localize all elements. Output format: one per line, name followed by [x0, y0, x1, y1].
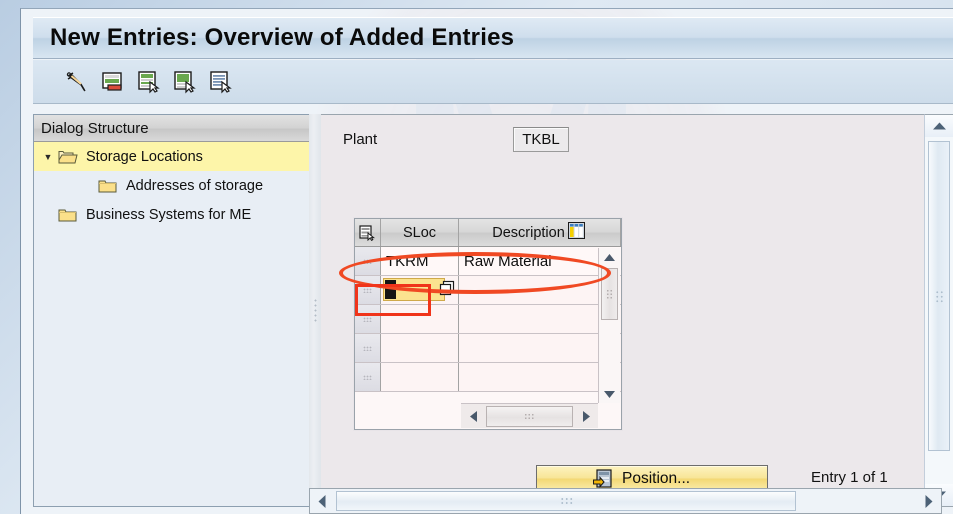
select-all-icon[interactable]	[171, 68, 199, 96]
row-selector-button[interactable]	[355, 276, 381, 304]
cell-sloc-active[interactable]	[381, 276, 459, 304]
row-selector-dots	[363, 346, 372, 351]
table-row[interactable]: TKRM Raw Material	[355, 247, 621, 276]
page-title: New Entries: Overview of Added Entries	[33, 24, 514, 52]
grid-scroll-up-button[interactable]	[599, 248, 620, 266]
position-button-label: Position...	[622, 470, 690, 488]
chevron-down-icon[interactable]: ▼	[38, 152, 58, 162]
row-selector-button[interactable]	[355, 363, 381, 391]
grid-scroll-right-button[interactable]	[576, 406, 596, 427]
cell-sloc[interactable]	[381, 363, 459, 391]
entries-grid: SLoc Description	[354, 218, 622, 430]
grid-scroll-down-button[interactable]	[599, 385, 620, 403]
row-selector-dots	[363, 259, 372, 264]
position-icon	[593, 469, 613, 489]
row-selector-dots	[363, 375, 372, 380]
grid-column-header-sloc[interactable]: SLoc	[381, 219, 459, 246]
plant-row: Plant TKBL	[343, 127, 569, 152]
page-horizontal-scrollbar-thumb[interactable]	[336, 491, 796, 511]
grid-horizontal-scrollbar-thumb[interactable]	[486, 406, 573, 427]
dialog-structure-panel: Dialog Structure ▼ Storage Locations	[33, 114, 309, 507]
table-row[interactable]	[355, 305, 621, 334]
plant-label: Plant	[343, 131, 513, 148]
table-row[interactable]	[355, 363, 621, 392]
page-scroll-left-button[interactable]	[310, 489, 334, 513]
sidebar-item-addresses-of-storage[interactable]: Addresses of storage	[34, 171, 309, 200]
content-panel: Plant TKBL	[321, 114, 933, 507]
row-selector-dots	[363, 288, 372, 293]
row-selector-button[interactable]	[355, 334, 381, 362]
table-row[interactable]	[355, 276, 621, 305]
delete-row-icon[interactable]	[99, 68, 127, 96]
sidebar-item-label: Storage Locations	[82, 149, 203, 165]
plant-value[interactable]: TKBL	[513, 127, 569, 152]
folder-icon	[58, 207, 82, 223]
row-selector-dots	[363, 317, 372, 322]
page-vertical-scrollbar[interactable]	[924, 114, 953, 507]
sap-window: M New Entries: Overview of Added Entries	[20, 8, 953, 514]
row-selector-button[interactable]	[355, 247, 381, 275]
cell-sloc[interactable]	[381, 334, 459, 362]
splitter-grip	[314, 298, 317, 324]
grid-scroll-left-button[interactable]	[463, 406, 483, 427]
cell-description[interactable]	[459, 276, 621, 304]
grid-horizontal-scrollbar[interactable]	[461, 403, 598, 428]
grid-column-header-description-label: Description	[492, 225, 565, 241]
page-horizontal-scrollbar[interactable]	[309, 488, 942, 514]
scrollbar-grip	[560, 497, 573, 505]
sidebar-item-label: Addresses of storage	[122, 178, 263, 194]
page-scroll-right-button[interactable]	[917, 489, 941, 513]
sloc-input[interactable]	[383, 278, 445, 301]
folder-icon	[98, 178, 122, 194]
sidebar-item-label: Business Systems for ME	[82, 207, 251, 223]
copy-entry-icon[interactable]	[135, 68, 163, 96]
panel-splitter[interactable]	[309, 114, 321, 507]
cell-description[interactable]	[459, 334, 621, 362]
cell-sloc[interactable]	[381, 305, 459, 333]
cell-description[interactable]: Raw Material	[459, 247, 621, 275]
column-config-icon[interactable]	[568, 222, 585, 243]
table-row[interactable]	[355, 334, 621, 363]
cell-description[interactable]	[459, 305, 621, 333]
toolbar	[33, 60, 953, 104]
scrollbar-grip	[606, 289, 613, 300]
grid-vertical-scrollbar-thumb[interactable]	[601, 268, 618, 320]
page-vertical-scrollbar-thumb[interactable]	[928, 141, 950, 451]
row-selector-button[interactable]	[355, 305, 381, 333]
page-vertical-scrollbar-track[interactable]	[925, 137, 953, 484]
title-bar: New Entries: Overview of Added Entries	[33, 17, 953, 59]
sidebar-item-storage-locations[interactable]: ▼ Storage Locations	[34, 142, 309, 171]
dialog-structure-header: Dialog Structure	[34, 115, 309, 142]
scrollbar-grip	[935, 290, 944, 303]
scrollbar-grip	[524, 413, 535, 420]
body-area: Dialog Structure ▼ Storage Locations	[33, 105, 953, 514]
grid-column-header-description[interactable]: Description	[459, 219, 621, 246]
pencil-icon[interactable]	[63, 68, 91, 96]
table-select-icon[interactable]	[355, 219, 381, 246]
details-icon[interactable]	[207, 68, 235, 96]
entry-status-text: Entry 1 of 1	[811, 469, 888, 486]
grid-header-row: SLoc Description	[355, 219, 621, 247]
search-help-icon[interactable]	[439, 280, 456, 297]
grid-vertical-scrollbar[interactable]	[598, 248, 620, 403]
cell-sloc[interactable]: TKRM	[381, 247, 459, 275]
page-scroll-up-button[interactable]	[925, 115, 953, 137]
cell-description[interactable]	[459, 363, 621, 391]
sidebar-item-business-systems-for-me[interactable]: Business Systems for ME	[34, 200, 309, 229]
open-folder-icon	[58, 149, 82, 165]
text-caret	[385, 280, 396, 299]
screenshot-root: M New Entries: Overview of Added Entries	[0, 0, 953, 514]
